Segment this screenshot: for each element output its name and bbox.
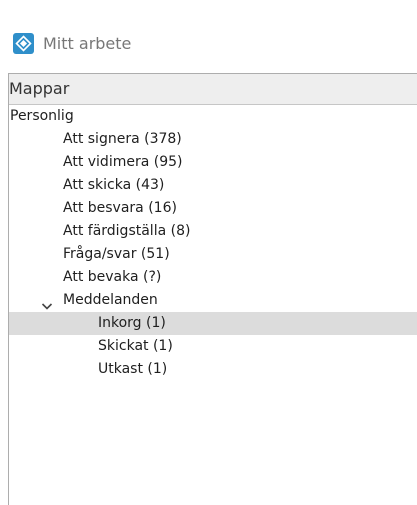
window-title: Mitt arbete <box>43 34 132 53</box>
tree-item-att-skicka[interactable]: Att skicka (43) <box>9 174 417 197</box>
title-bar: Mitt arbete <box>0 0 417 82</box>
chevron-down-icon[interactable] <box>41 296 53 310</box>
tree-item-att-bevaka[interactable]: Att bevaka (?) <box>9 266 417 289</box>
tree-item-label: Meddelanden <box>63 292 158 308</box>
tree-item-personlig[interactable]: Personlig <box>9 105 417 128</box>
tree-item-utkast[interactable]: Utkast (1) <box>9 358 417 381</box>
tree-item-inkorg[interactable]: Inkorg (1) <box>9 312 417 335</box>
tree-item-att-signera[interactable]: Att signera (378) <box>9 128 417 151</box>
tree-item-att-besvara[interactable]: Att besvara (16) <box>9 197 417 220</box>
app-logo-icon <box>13 33 34 54</box>
panel-header: Mappar <box>9 74 417 105</box>
folders-panel: Mappar Personlig Att signera (378) Att v… <box>8 73 417 505</box>
tree-item-att-fardigstalla[interactable]: Att färdigställa (8) <box>9 220 417 243</box>
tree-item-skickat[interactable]: Skickat (1) <box>9 335 417 358</box>
app-window: Mitt arbete Mappar Personlig Att signera… <box>0 0 417 505</box>
panel-header-label: Mappar <box>9 79 70 98</box>
tree-item-meddelanden[interactable]: Meddelanden <box>9 289 417 312</box>
folder-tree: Personlig Att signera (378) Att vidimera… <box>9 105 417 381</box>
tree-item-att-vidimera[interactable]: Att vidimera (95) <box>9 151 417 174</box>
tree-item-fraga-svar[interactable]: Fråga/svar (51) <box>9 243 417 266</box>
